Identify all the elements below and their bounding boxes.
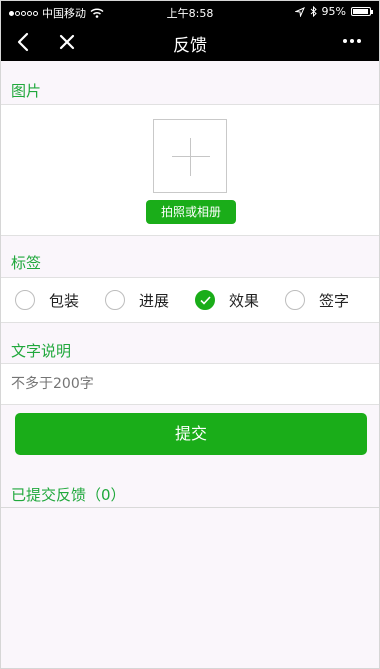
tag-option[interactable]: 效果 [195,290,259,311]
tag-options: 包装 进展 效果 签字 [1,278,379,322]
divider [1,507,379,508]
status-right: 95% [294,5,373,18]
tag-label: 效果 [229,291,260,310]
radio-icon[interactable] [15,290,35,310]
page-title: 反馈 [173,36,207,56]
radio-icon[interactable] [105,290,126,310]
tag-option[interactable]: 包装 [15,290,79,311]
more-dots-icon[interactable] [337,29,367,53]
battery-fill [353,9,368,14]
bluetooth-icon [310,6,317,17]
radio-icon[interactable] [285,290,306,310]
description-panel [1,363,379,405]
plus-icon[interactable] [153,119,227,193]
radio-checked-icon[interactable] [195,290,216,310]
tag-label: 包装 [49,291,80,310]
image-panel: 拍照或相册 [1,104,379,236]
battery-icon [351,7,373,16]
section-title-tags: 标签 [11,254,42,272]
nav-bar: 反馈 [1,23,379,61]
tag-label: 签字 [319,291,350,310]
description-input[interactable] [1,364,379,404]
battery-percent: 95% [321,5,346,18]
photo-or-album-button[interactable]: 拍照或相册 [146,200,236,224]
submit-button[interactable]: 提交 [15,413,367,455]
section-title-submitted: 已提交反馈（0） [11,486,126,504]
status-bar: 中国移动 上午8:58 95% [1,1,379,23]
tag-label: 进展 [139,291,170,310]
section-title-image: 图片 [11,82,42,100]
phone-screen: 中国移动 上午8:58 95% 反馈 图片 拍照或相册 标签 包装 进展 效果 … [0,0,380,669]
tags-panel: 包装 进展 效果 签字 [1,277,379,323]
tag-option[interactable]: 进展 [105,290,169,311]
section-title-description: 文字说明 [11,342,72,360]
tag-option[interactable]: 签字 [285,290,349,311]
location-arrow-icon [294,6,305,17]
